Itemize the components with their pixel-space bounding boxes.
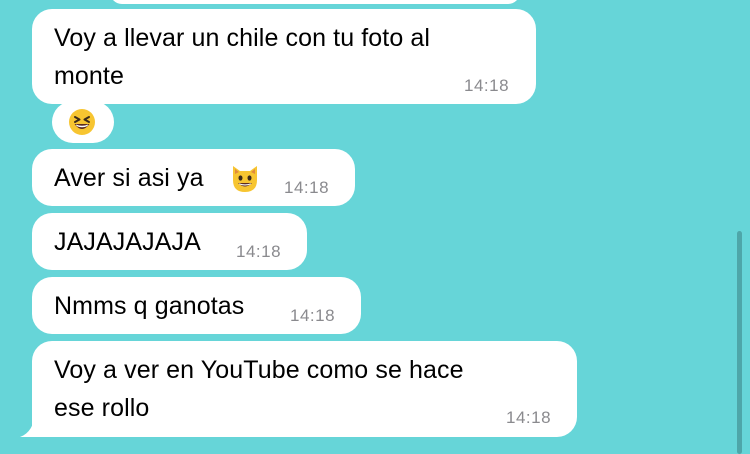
grinning-squinting-face-icon xyxy=(69,109,95,135)
message-text: Aver si asi ya xyxy=(54,164,204,192)
message-timestamp: 14:18 xyxy=(464,76,510,95)
message-text: Voy a ver en YouTube como se hace ese ro… xyxy=(54,356,464,422)
message-bubble[interactable]: Voy a ver en YouTube como se hace ese ro… xyxy=(32,341,577,437)
reaction-badge[interactable] xyxy=(52,101,114,143)
message-timestamp: 14:18 xyxy=(506,408,552,427)
message-text: Nmms q ganotas xyxy=(54,292,245,320)
message-timestamp: 14:18 xyxy=(284,178,330,197)
message-text: JAJAJAJAJA xyxy=(54,228,201,256)
message-bubble[interactable]: Nmms q ganotas 14:18 xyxy=(32,277,361,334)
chat-thread: Voy a llevar un chile con tu foto al mon… xyxy=(0,0,750,454)
previous-message-bubble[interactable] xyxy=(110,0,520,4)
message-text: Voy a llevar un chile con tu foto al mon… xyxy=(54,24,431,90)
message-timestamp: 14:18 xyxy=(290,306,336,325)
message-bubble[interactable]: Aver si asi ya 14:18 xyxy=(32,149,355,206)
message-bubble[interactable]: JAJAJAJAJA 14:18 xyxy=(32,213,307,270)
message-timestamp: 14:18 xyxy=(236,242,282,261)
scrollbar[interactable] xyxy=(737,231,742,454)
bubble-tail xyxy=(20,410,48,437)
message-bubble[interactable]: Voy a llevar un chile con tu foto al mon… xyxy=(32,9,536,104)
grinning-cat-icon xyxy=(233,166,257,192)
